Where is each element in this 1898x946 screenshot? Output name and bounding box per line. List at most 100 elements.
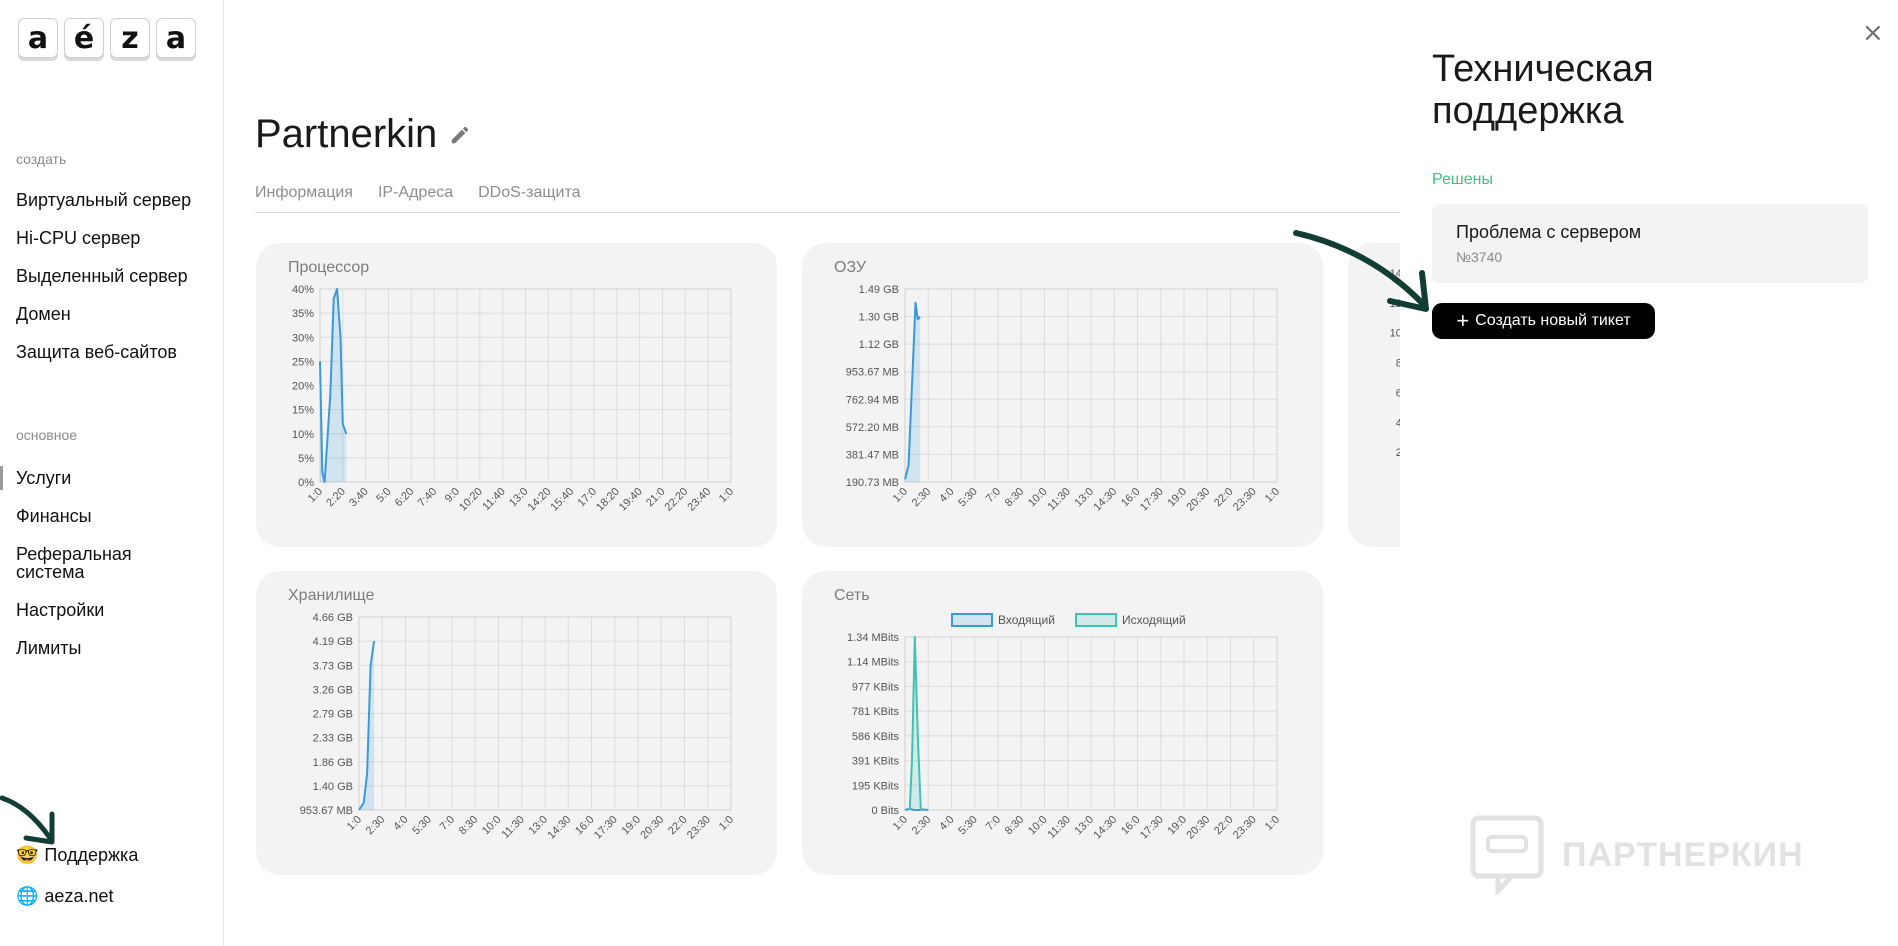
y-tick-label: 195 KBits <box>852 780 900 792</box>
sidebar-item-services[interactable]: Услуги <box>16 459 156 497</box>
x-tick-label: 3:40 <box>347 486 371 510</box>
x-tick-label: 8:30 <box>1003 486 1027 510</box>
x-tick-label: 17:30 <box>1138 486 1166 514</box>
close-icon[interactable]: × <box>1862 18 1884 48</box>
y-tick-label: 572.20 MB <box>846 422 899 434</box>
y-tick-label: 1.14 MBits <box>847 657 899 669</box>
x-tick-label: 1:0 <box>1263 486 1282 505</box>
x-tick-label: 23:30 <box>1231 814 1259 842</box>
y-tick-label: 1.12 GB <box>859 339 899 351</box>
create-ticket-button[interactable]: + Создать новый тикет <box>1432 303 1655 339</box>
y-tick-label: 140 <box>1390 268 1400 280</box>
page-title: Partnerkin <box>255 112 438 156</box>
aeza-logo[interactable]: a é z a <box>18 18 196 58</box>
resolved-section-label: Решены <box>1432 171 1493 188</box>
y-tick-label: 977 KBits <box>852 681 900 693</box>
tab-ddos-protection[interactable]: DDoS-защита <box>478 184 580 202</box>
x-tick-label: 7:0 <box>438 814 457 833</box>
pencil-icon[interactable] <box>449 124 471 146</box>
y-tick-label: 3.73 GB <box>313 660 353 672</box>
x-tick-label: 11:30 <box>1045 814 1072 841</box>
tabs-divider <box>255 212 1400 213</box>
x-tick-label: 1:0 <box>1263 814 1282 833</box>
ticket-number: №3740 <box>1456 249 1503 265</box>
x-tick-label: 15:40 <box>548 486 576 514</box>
y-tick-label: 0 Bits <box>871 805 899 817</box>
sidebar-support-link[interactable]: 🤓 Поддержка <box>16 845 138 866</box>
x-tick-label: 7:0 <box>984 486 1003 505</box>
x-tick-label: 20:30 <box>1184 814 1212 842</box>
y-tick-label: 781 KBits <box>852 706 900 718</box>
x-tick-label: 5:30 <box>410 814 434 838</box>
y-tick-label: 381.47 MB <box>846 449 899 461</box>
network-chart: 1.34 MBits 1.14 MBits 977 KBits 781 KBits 58… <box>847 613 1282 842</box>
main-nav: Услуги Финансы Реферальная система Настр… <box>16 459 156 667</box>
x-tick-label: 6:20 <box>393 486 417 510</box>
y-tick-label: 1.34 MBits <box>847 632 899 644</box>
storage-chart: 4.66 GB 4.19 GB 3.73 GB 3.26 GB 2.79 GB 2.33 … <box>300 612 736 842</box>
storage-card: Хранилище 4.66 GB 4.19 GB 3.73 GB 3.26 GB 2.… <box>256 571 777 875</box>
sidebar-item-dedicated-server[interactable]: Выделенный сервер <box>16 257 191 295</box>
y-tick-label: 762.94 MB <box>846 394 899 406</box>
y-tick-label: 391 KBits <box>852 756 900 768</box>
y-tick-label: 4.66 GB <box>313 612 353 624</box>
y-tick-label: 100 <box>1390 328 1400 340</box>
x-tick-label: 7:40 <box>416 486 440 510</box>
x-tick-label: 19:40 <box>617 486 645 514</box>
y-tick-label: 30% <box>292 332 314 344</box>
y-tick-label: 953.67 MB <box>846 367 899 379</box>
partial-chart: 140120100806040200 <box>1390 268 1400 459</box>
sidebar-item-finances[interactable]: Финансы <box>16 497 156 535</box>
x-tick-label: 18:20 <box>594 486 622 514</box>
x-tick-label: 10:20 <box>457 486 485 514</box>
y-tick-label: 0% <box>298 477 314 489</box>
ticket-card[interactable]: Проблема с сервером №3740 <box>1432 204 1868 283</box>
legend-label-0: Входящий <box>998 613 1055 627</box>
sidebar-item-settings[interactable]: Настройки <box>16 591 156 629</box>
tab-ip-addresses[interactable]: IP-Адреса <box>378 184 453 202</box>
x-tick-label: 2:30 <box>910 486 934 510</box>
partial-card: 140120100806040200 <box>1348 243 1400 547</box>
watermark-text: ПАРТНЕРКИН <box>1562 835 1804 874</box>
y-tick-label: 1.86 GB <box>313 757 353 769</box>
watermark-logo-icon <box>1470 815 1544 895</box>
x-tick-label: 1:0 <box>717 814 736 833</box>
sidebar: a é z a создать Виртуальный сервер Hi-CP… <box>0 0 224 946</box>
y-tick-label: 25% <box>292 356 314 368</box>
sidebar-site-link[interactable]: 🌐 aeza.net <box>16 886 113 907</box>
support-panel-title: Техническая поддержка <box>1432 48 1654 132</box>
sidebar-item-website-protection[interactable]: Защита веб-сайтов <box>16 333 191 371</box>
y-tick-label: 120 <box>1390 298 1400 310</box>
main-section-label: основное <box>16 427 78 443</box>
x-tick-label: 20:30 <box>1184 486 1212 514</box>
y-tick-label: 1.40 GB <box>313 781 353 793</box>
x-tick-label: 14:30 <box>1091 814 1119 842</box>
plus-icon: + <box>1456 308 1470 333</box>
x-tick-label: 14:30 <box>545 814 573 842</box>
x-tick-label: 22:20 <box>663 486 691 514</box>
sidebar-item-limits[interactable]: Лимиты <box>16 629 156 667</box>
globe-icon: 🌐 <box>16 886 39 907</box>
y-tick-label: 5% <box>298 453 314 465</box>
legend-label-1: Исходящий <box>1122 613 1186 627</box>
x-tick-label: 23:30 <box>685 814 713 842</box>
sidebar-item-virtual-server[interactable]: Виртуальный сервер <box>16 181 191 219</box>
x-tick-label: 4:0 <box>937 486 956 505</box>
y-tick-label: 3.26 GB <box>313 684 353 696</box>
title-row: Partnerkin <box>255 112 471 157</box>
sidebar-item-domain[interactable]: Домен <box>16 295 191 333</box>
legend-swatch-1 <box>1075 613 1117 627</box>
sidebar-item-hicpu-server[interactable]: Hi-CPU сервер <box>16 219 191 257</box>
y-tick-label: 40% <box>292 284 314 296</box>
x-tick-label: 2:30 <box>910 814 934 838</box>
watermark: ПАРТНЕРКИН <box>1470 815 1804 895</box>
y-tick-label: 953.67 MB <box>300 805 353 817</box>
sidebar-item-referral[interactable]: Реферальная система <box>16 535 156 591</box>
x-tick-label: 8:30 <box>1003 814 1027 838</box>
y-tick-label: 4.19 GB <box>313 636 353 648</box>
x-tick-label: 11:30 <box>1045 486 1072 513</box>
tab-information[interactable]: Информация <box>255 184 353 202</box>
x-tick-label: 8:30 <box>457 814 481 838</box>
x-tick-label: 23:30 <box>1231 486 1259 514</box>
ram-chart: 1.49 GB 1.30 GB 1.12 GB 953.67 MB 762.94 MB 5… <box>846 284 1282 514</box>
